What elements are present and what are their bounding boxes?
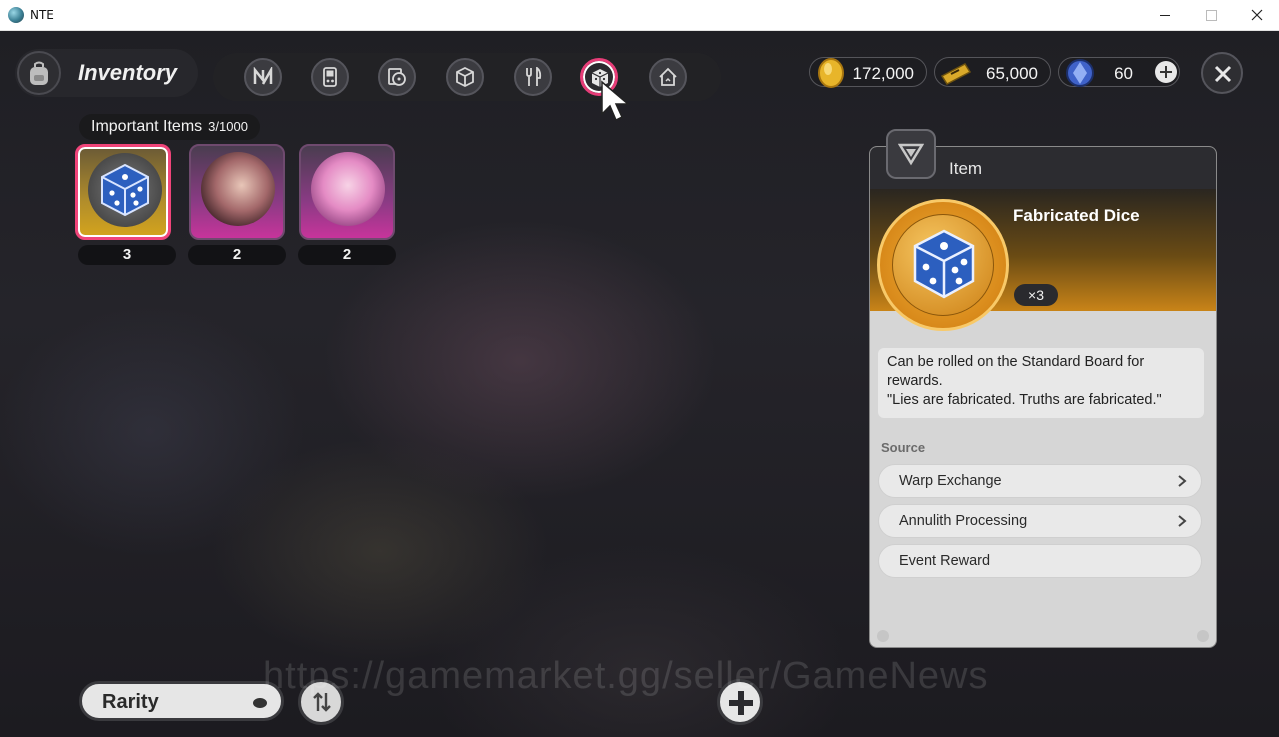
item-card-portrait-2[interactable] — [299, 144, 395, 240]
disc-player-icon — [388, 68, 406, 86]
fork-knife-icon — [526, 67, 542, 86]
source-event-reward: Event Reward — [878, 544, 1202, 578]
item-count: 2 — [188, 245, 286, 265]
close-icon — [1251, 9, 1263, 21]
section-count: 3/1000 — [208, 119, 248, 134]
gold-ticket-icon — [940, 63, 972, 85]
game-viewport: Inventory 172,000 65,000 60 Important It… — [0, 31, 1279, 737]
item-detail-panel: Item Fabricated Dice ×3 Can be rolled on… — [869, 146, 1217, 648]
watermark: https://gamemarket.gg/seller/GameNews — [263, 655, 989, 697]
tab-food[interactable] — [514, 58, 552, 96]
window-close-button[interactable] — [1234, 0, 1279, 31]
item-name: Fabricated Dice — [1013, 206, 1140, 225]
sort-dropdown[interactable]: Rarity — [79, 681, 284, 721]
tab-media[interactable] — [378, 58, 416, 96]
maximize-button[interactable] — [1188, 0, 1234, 31]
house-icon — [659, 67, 677, 86]
item-card-fabricated-dice[interactable] — [75, 144, 171, 240]
tab-housing[interactable] — [649, 58, 687, 96]
mouse-cursor-icon — [601, 80, 631, 122]
blue-crystal-icon — [1066, 59, 1094, 87]
character-portrait — [311, 152, 385, 226]
close-inventory-button[interactable] — [1201, 52, 1243, 94]
gold-coin-icon — [818, 58, 844, 88]
item-description: Can be rolled on the Standard Board for … — [878, 348, 1204, 418]
currency-gold: 172,000 — [809, 57, 927, 88]
tab-materials[interactable] — [446, 58, 484, 96]
item-count: 3 — [78, 245, 176, 265]
quantity-badge: ×3 — [1014, 284, 1058, 306]
tab-all-items[interactable] — [244, 58, 282, 96]
chevron-right-icon — [1178, 515, 1187, 527]
close-icon — [1214, 65, 1232, 83]
page-title: Inventory — [78, 60, 178, 85]
source-annulith-processing[interactable]: Annulith Processing — [878, 504, 1202, 538]
panel-corner-decoration — [1197, 630, 1209, 642]
character-portrait — [201, 152, 275, 226]
source-warp-exchange[interactable]: Warp Exchange — [878, 464, 1202, 498]
chevron-down-icon — [253, 698, 267, 708]
backpack-icon — [17, 51, 61, 95]
app-icon — [8, 7, 24, 23]
section-label: Important Items 3/1000 — [79, 114, 260, 140]
currency-tickets: 65,000 — [934, 57, 1051, 87]
add-crystals-button[interactable] — [1155, 61, 1177, 83]
detail-hero: Fabricated Dice ×3 — [870, 189, 1216, 331]
section-title: Important Items — [91, 118, 203, 135]
cube-icon — [456, 67, 474, 87]
panel-corner-decoration — [877, 630, 889, 642]
item-category-badge — [886, 129, 936, 179]
window-title: NTE — [30, 8, 54, 22]
dice-icon — [101, 163, 149, 217]
minimize-button[interactable] — [1142, 0, 1188, 31]
chevron-right-icon — [1178, 475, 1187, 487]
dice-icon — [913, 229, 975, 299]
sort-label: Rarity — [102, 691, 159, 713]
tab-gadgets[interactable] — [311, 58, 349, 96]
window-titlebar: NTE — [0, 0, 1279, 31]
item-type: Item — [949, 159, 983, 178]
item-card-portrait-1[interactable] — [189, 144, 285, 240]
item-image — [88, 153, 162, 227]
n-logo-icon — [253, 67, 273, 85]
source-label: Source — [881, 440, 926, 455]
item-count: 2 — [298, 245, 396, 265]
handheld-console-icon — [323, 67, 337, 87]
triangle-emblem-icon — [898, 143, 924, 166]
item-medal — [877, 199, 1009, 331]
